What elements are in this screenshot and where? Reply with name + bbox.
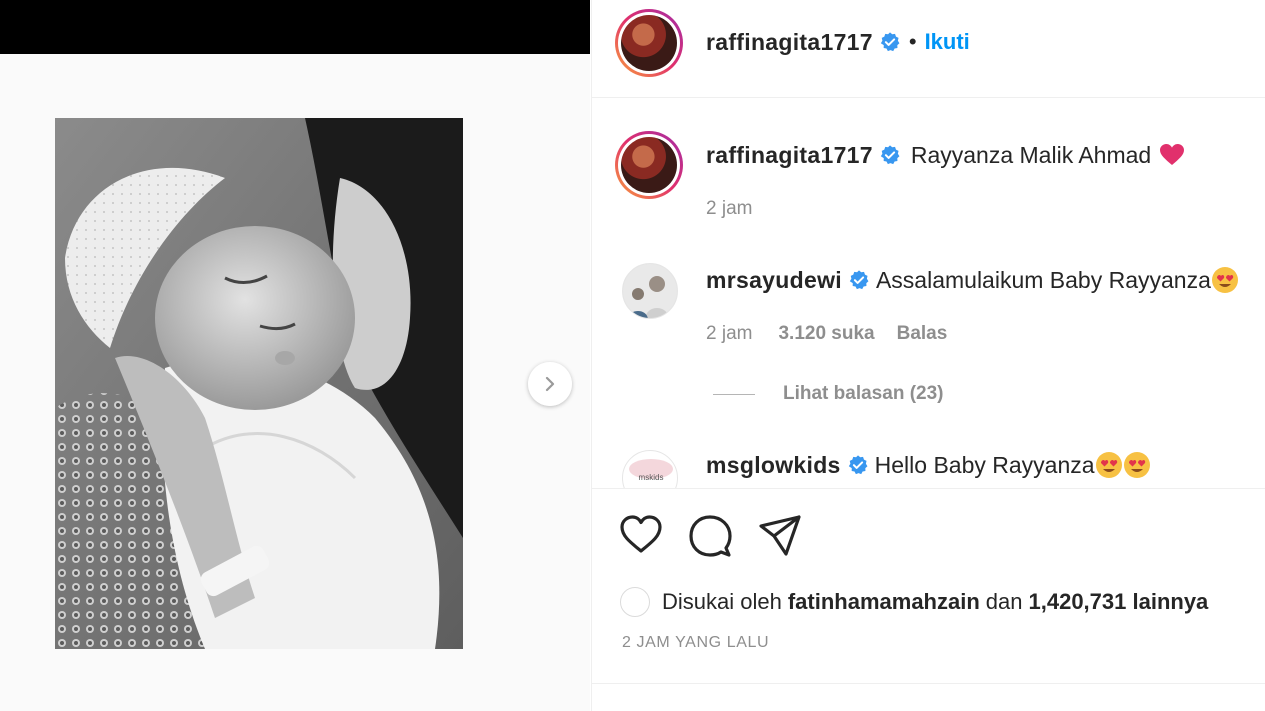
comment-time[interactable]: 2 jam bbox=[706, 323, 752, 345]
comment-username[interactable]: mrsayudewi bbox=[706, 267, 842, 294]
caption-text: Rayyanza Malik Ahmad bbox=[910, 141, 1152, 168]
heart-emoji bbox=[1160, 144, 1185, 165]
view-replies-label[interactable]: Lihat balasan (23) bbox=[783, 383, 944, 404]
likes-prefix: Disukai oleh bbox=[662, 589, 782, 614]
bottom-divider bbox=[592, 683, 1265, 684]
verified-icon bbox=[848, 455, 868, 475]
verified-icon bbox=[880, 32, 900, 52]
like-heart-icon bbox=[620, 515, 662, 553]
reply-button[interactable]: Balas bbox=[897, 323, 948, 344]
likes-summary: Disukai oleh fatinhamamahzain dan 1,420,… bbox=[620, 586, 1208, 618]
post-photo[interactable] bbox=[55, 118, 463, 649]
verified-icon bbox=[880, 145, 900, 165]
comment-icon bbox=[689, 515, 732, 557]
media-panel bbox=[0, 0, 590, 711]
liker-username[interactable]: fatinhamamahzain bbox=[788, 589, 980, 614]
comment-row: msglowkids Hello Baby Rayyanza bbox=[706, 450, 1151, 480]
brand-logo-text: mskids bbox=[638, 473, 664, 482]
comment-username[interactable]: msglowkids bbox=[706, 452, 841, 479]
follow-button[interactable]: Ikuti bbox=[925, 29, 970, 55]
post-time-ago[interactable]: 2 JAM YANG LALU bbox=[622, 634, 769, 652]
comment-text: Hello Baby Rayyanza bbox=[874, 451, 1095, 478]
commenter-avatar[interactable]: mskids bbox=[622, 450, 678, 488]
next-photo-button[interactable] bbox=[528, 362, 572, 406]
separator-dot: • bbox=[908, 29, 917, 54]
author-username[interactable]: raffinagita1717 bbox=[706, 29, 873, 56]
post-details-panel: raffinagita1717 • Ikuti raffinagita1717 … bbox=[591, 0, 1265, 711]
replies-divider-line bbox=[713, 393, 755, 395]
share-icon bbox=[759, 515, 801, 556]
comment-text: Assalamulaikum Baby Rayyanza bbox=[875, 266, 1211, 293]
comment-likes-count[interactable]: 3.120 suka bbox=[778, 323, 874, 344]
caption-row: raffinagita1717 Rayyanza Malik Ahmad bbox=[706, 140, 1185, 170]
like-button[interactable] bbox=[619, 514, 663, 561]
chevron-right-icon bbox=[545, 376, 555, 392]
commenter-avatar[interactable] bbox=[622, 263, 678, 319]
smiling-face-heart-eyes-emoji bbox=[1211, 267, 1238, 293]
caption-username[interactable]: raffinagita1717 bbox=[706, 142, 873, 169]
smiling-face-heart-eyes-emoji bbox=[1123, 452, 1150, 478]
share-button[interactable] bbox=[758, 514, 802, 563]
comment-row: mrsayudewi Assalamulaikum Baby Rayyanza bbox=[706, 265, 1239, 295]
photo-illustration bbox=[55, 118, 463, 649]
top-black-bar bbox=[0, 0, 590, 54]
view-replies[interactable]: Lihat balasan (23) bbox=[713, 382, 944, 406]
caption-author-avatar[interactable] bbox=[615, 131, 683, 199]
comments-list[interactable]: raffinagita1717 Rayyanza Malik Ahmad 2 j… bbox=[592, 98, 1265, 488]
likes-middle: dan bbox=[985, 589, 1023, 614]
commenter-avatar-image bbox=[623, 264, 677, 318]
liker-avatar[interactable] bbox=[620, 587, 650, 617]
likes-count[interactable]: 1,420,731 lainnya bbox=[1029, 589, 1209, 614]
author-avatar[interactable] bbox=[615, 9, 683, 77]
comment-button[interactable] bbox=[688, 514, 732, 563]
verified-icon bbox=[849, 270, 869, 290]
post-header: raffinagita1717 • Ikuti bbox=[592, 0, 1265, 98]
caption-time[interactable]: 2 jam bbox=[706, 198, 752, 220]
post-actions: Disukai oleh fatinhamamahzain dan 1,420,… bbox=[592, 488, 1265, 683]
smiling-face-heart-eyes-emoji bbox=[1095, 452, 1122, 478]
